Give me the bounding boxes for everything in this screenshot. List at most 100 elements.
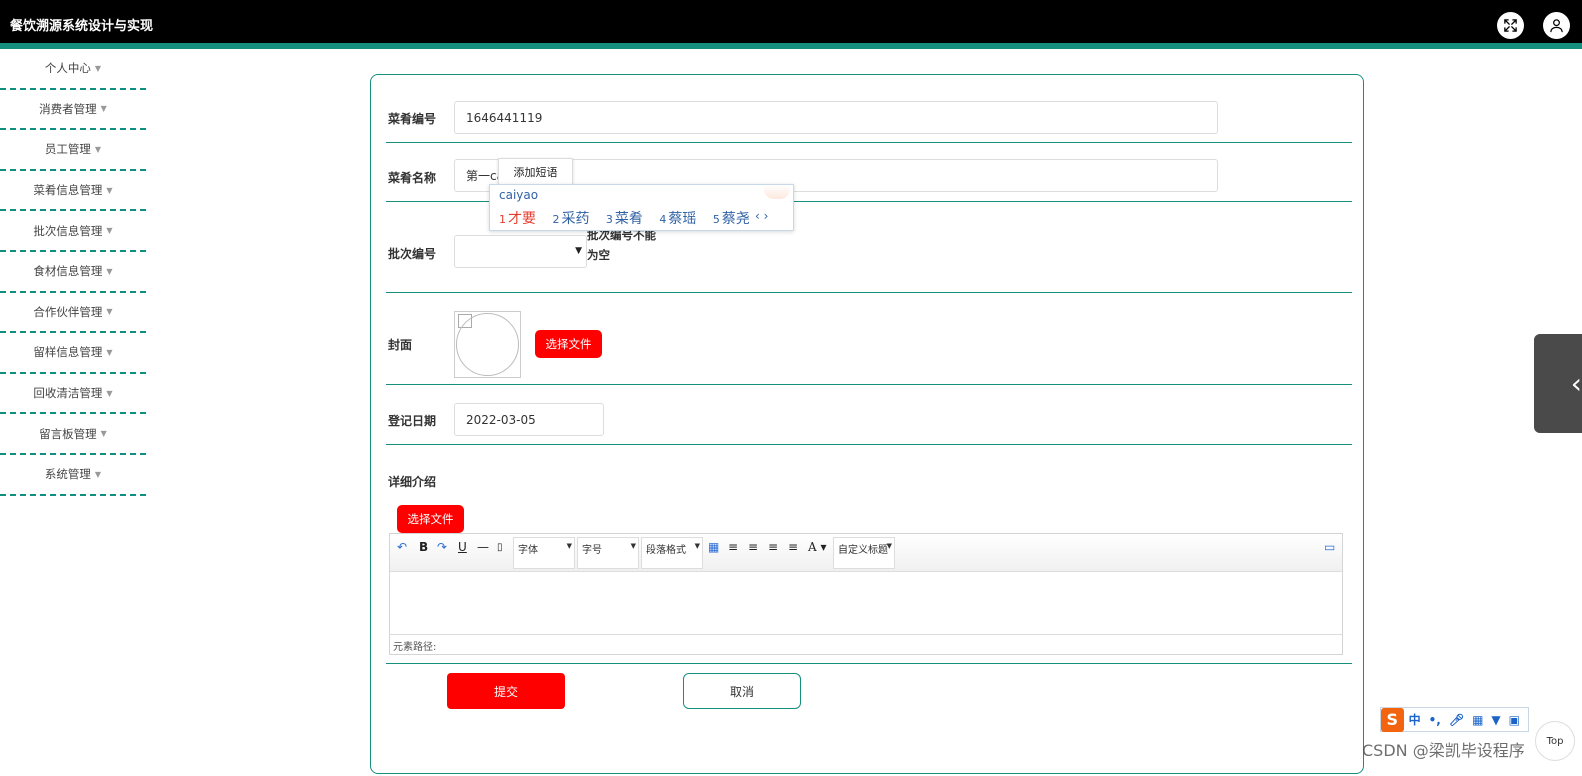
sidebar-item-message-board[interactable]: 留言板管理 ▼	[0, 414, 146, 455]
back-to-top-button[interactable]: Top	[1535, 721, 1575, 761]
sidebar-item-label: 菜肴信息管理	[33, 183, 103, 198]
ime-candidates: 1 才要 2 采药 3 菜肴 4 蔡瑶 5 蔡尧	[499, 208, 762, 228]
cover-label: 封面	[388, 338, 413, 352]
caret-down-icon: ▼	[106, 388, 113, 398]
sidebar-item-label: 留样信息管理	[33, 345, 103, 360]
caret-down-icon: ▼	[94, 469, 102, 479]
collapse-panel-handle[interactable]: ‹	[1534, 334, 1582, 433]
microphone-icon[interactable]: 🎤︎	[1449, 713, 1464, 727]
undo-icon[interactable]: ↶	[397, 540, 407, 554]
ime-punctuation-toggle[interactable]: •,	[1429, 713, 1441, 727]
caret-down-icon: ▼	[100, 104, 107, 114]
caret-down-icon: ▼	[100, 429, 107, 439]
batch-no-label: 批次编号	[388, 247, 437, 261]
reg-date-input[interactable]: 2022-03-05	[454, 403, 604, 436]
submit-button[interactable]: 提交	[447, 673, 565, 709]
skin-icon[interactable]: ▼	[1491, 713, 1500, 727]
app-title: 餐饮溯源系统设计与实现	[10, 19, 154, 34]
caret-down-icon: ▼	[106, 307, 113, 317]
keyboard-icon[interactable]: ▦	[1472, 713, 1483, 727]
sidebar-item-label: 消费者管理	[39, 101, 97, 116]
ime-pinyin: caiyao	[499, 188, 539, 202]
sidebar-item-label: 批次信息管理	[33, 223, 103, 238]
user-button[interactable]	[1543, 12, 1570, 39]
watermark: CSDN @梁凯毕设程序	[1362, 741, 1525, 760]
sidebar-item-samples[interactable]: 留样信息管理 ▼	[0, 333, 146, 374]
cover-image-placeholder	[456, 313, 519, 376]
sidebar-item-partners[interactable]: 合作伙伴管理 ▼	[0, 293, 146, 334]
chevron-down-icon: ▼	[630, 542, 636, 550]
ime-language-toggle[interactable]: 中	[1409, 711, 1421, 728]
ime-candidate[interactable]: 3 菜肴	[606, 211, 643, 227]
chevron-down-icon: ▼	[694, 542, 700, 550]
rich-text-editor: ↶ B ↷ U — ▯ 字体 ▼ 字号 ▼ 段落格式 ▼ ▦ ≡ ≡ ≡ ≡ A ▾ …	[389, 533, 1343, 655]
user-icon	[1550, 19, 1563, 33]
ime-candidate[interactable]: 4 蔡瑶	[659, 211, 696, 227]
font-size-label: 字号	[582, 545, 602, 556]
sidebar-item-batches[interactable]: 批次信息管理 ▼	[0, 211, 146, 252]
dish-no-row: 菜肴编号 1646441119	[386, 75, 1352, 143]
editor-content-area[interactable]	[390, 573, 1342, 633]
paragraph-format-label: 段落格式	[646, 545, 686, 556]
ime-add-phrase-tip[interactable]: 添加短语	[498, 158, 573, 185]
sidebar-item-label: 个人中心	[44, 61, 91, 76]
ime-candidate[interactable]: 2 采药	[552, 211, 589, 227]
font-family-label: 字体	[518, 545, 538, 556]
font-family-select[interactable]: 字体 ▼	[513, 537, 575, 569]
document-icon[interactable]: ▯	[497, 542, 503, 553]
horizontal-rule-icon[interactable]: —	[477, 540, 489, 554]
table-icon[interactable]: ▦	[708, 540, 719, 554]
ime-candidate[interactable]: 5 蔡尧	[713, 211, 750, 227]
dish-no-input[interactable]: 1646441119	[454, 101, 1218, 134]
cover-upload-button[interactable]: 选择文件	[535, 330, 602, 358]
font-size-select[interactable]: 字号 ▼	[577, 537, 639, 569]
reg-date-label: 登记日期	[388, 414, 437, 428]
ime-candidate-popup: caiyao 1 才要 2 采药 3 菜肴 4 蔡瑶 5 蔡尧 ‹ ›	[489, 184, 794, 231]
chevron-left-icon: ‹	[1570, 367, 1582, 400]
custom-title-select[interactable]: 自定义标题 ▼	[833, 537, 895, 569]
chevron-down-icon: ▼	[886, 542, 892, 550]
ime-page-nav[interactable]: ‹ ›	[755, 209, 768, 223]
sogou-logo-icon[interactable]: S	[1381, 707, 1404, 732]
sidebar-item-label: 食材信息管理	[33, 264, 103, 279]
caret-down-icon: ▼	[106, 226, 113, 236]
reg-date-row: 登记日期 2022-03-05	[386, 385, 1352, 445]
sidebar-item-ingredients[interactable]: 食材信息管理 ▼	[0, 252, 146, 293]
chevron-down-icon: ▼	[566, 542, 572, 550]
cancel-button[interactable]: 取消	[683, 673, 801, 709]
align-left-icon[interactable]: ≡	[728, 540, 738, 554]
sidebar-item-staff[interactable]: 员工管理 ▼	[0, 130, 146, 171]
align-justify-icon[interactable]: ≡	[788, 540, 798, 554]
underline-icon[interactable]: U	[458, 540, 467, 554]
font-color-icon[interactable]: A ▾	[808, 540, 827, 554]
preview-icon[interactable]: ▭	[1324, 540, 1335, 554]
sidebar-item-label: 回收清洁管理	[33, 386, 103, 401]
sidebar-item-system[interactable]: 系统管理 ▼	[0, 455, 146, 496]
divider	[386, 663, 1352, 664]
sidebar-item-recycling[interactable]: 回收清洁管理 ▼	[0, 374, 146, 415]
paragraph-format-select[interactable]: 段落格式 ▼	[641, 537, 703, 569]
redo-icon[interactable]: ↷	[437, 540, 447, 554]
align-center-icon[interactable]: ≡	[768, 540, 778, 554]
sidebar-item-label: 员工管理	[44, 142, 91, 157]
detail-upload-button[interactable]: 选择文件	[397, 505, 464, 533]
sidebar-item-consumers[interactable]: 消费者管理 ▼	[0, 90, 146, 131]
caret-down-icon: ▼	[106, 185, 113, 195]
custom-title-label: 自定义标题	[838, 545, 888, 556]
ime-candidate[interactable]: 1 才要	[499, 211, 536, 227]
editor-element-path: 元素路径:	[390, 634, 1342, 654]
batch-no-select[interactable]: ▼	[454, 235, 587, 268]
editor-toolbar: ↶ B ↷ U — ▯ 字体 ▼ 字号 ▼ 段落格式 ▼ ▦ ≡ ≡ ≡ ≡ A ▾ …	[390, 534, 1342, 572]
sidebar-item-personal-center[interactable]: 个人中心 ▼	[0, 49, 146, 90]
align-right-icon[interactable]: ≡	[748, 540, 758, 554]
sidebar-item-label: 系统管理	[44, 467, 91, 482]
caret-down-icon: ▼	[106, 266, 113, 276]
sidebar-item-dishes[interactable]: 菜肴信息管理 ▼	[0, 171, 146, 212]
toolbox-icon[interactable]: ▣	[1509, 713, 1520, 727]
caret-down-icon: ▼	[106, 347, 113, 357]
batch-no-error: 批次编号不能为空	[587, 228, 656, 262]
fullscreen-button[interactable]	[1497, 12, 1524, 39]
bold-icon[interactable]: B	[419, 540, 428, 554]
sidebar-item-label: 合作伙伴管理	[33, 304, 103, 319]
ime-logo	[764, 185, 790, 199]
